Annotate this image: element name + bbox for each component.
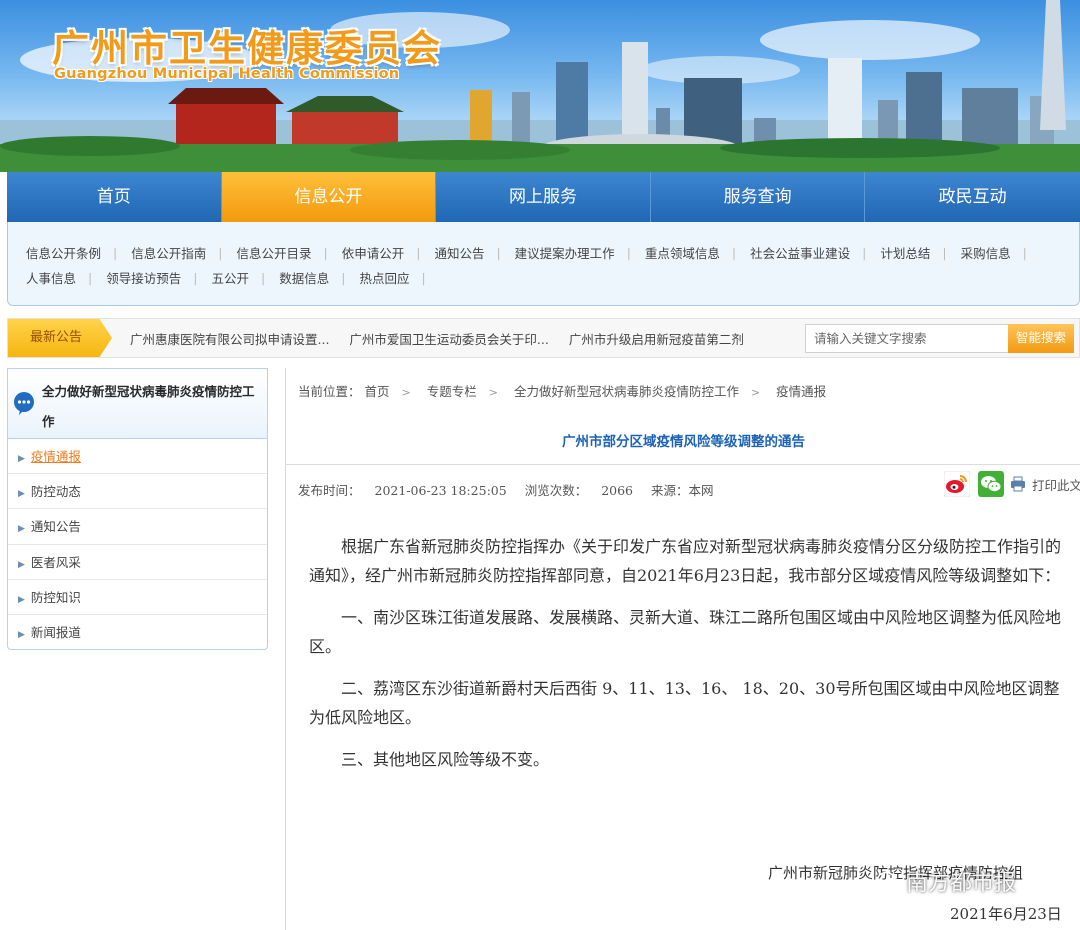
print-article-link[interactable]: 打印此文 [1032,475,1080,494]
triangle-right-icon: ▶ [18,454,25,464]
source-label: 来源： [651,483,689,498]
site-title: 广州市卫生健康委员会 [52,27,442,70]
chevron-right-icon: > [750,386,761,399]
triangle-right-icon: ▶ [18,524,25,535]
sub-nav-link[interactable]: 建议提案办理工作 [509,243,627,262]
sub-navigation: 信息公开条例 | 信息公开指南 | 信息公开目录 | 依申请公开 | 通知公告 | 建议提… [7,222,1080,306]
article-meta: 发布时间： 2021-06-23 18:25:05 浏览次数： 2066 来源：本网 [298,480,728,499]
notice-item[interactable]: 广州市升级启用新冠疫苗第二剂 [569,329,744,348]
sidebar-item-news-reports[interactable]: ▶ 新闻报道 [8,615,267,650]
breadcrumb-link[interactable]: 首页 [365,384,390,399]
breadcrumb-link[interactable]: 疫情通报 [776,384,826,399]
sub-nav-link[interactable]: 人事信息 [20,268,88,287]
sidebar-title: 全力做好新型冠状病毒肺炎疫情防控工作 [42,384,255,429]
speech-bubble-icon [14,392,34,415]
sub-nav-link[interactable]: 社会公益事业建设 [744,243,862,262]
nav-online-service[interactable]: 网上服务 [436,172,651,222]
signature-date: 2021年6月23日 [950,905,1062,923]
article-paragraph: 根据广东省新冠肺炎防控指挥办《关于印发广东省应对新型冠状病毒肺炎疫情分区分级防控… [309,537,1062,585]
notice-ticker: 广州惠康医院有限公司拟申请设置... 广州市爱国卫生运动委员会关于印... 广州… [130,329,790,348]
nav-service-query[interactable]: 服务查询 [651,172,866,222]
sidebar-item-notices[interactable]: ▶ 通知公告 [8,509,267,545]
views-label: 浏览次数： [524,483,588,498]
sub-nav-row-2: 人事信息 | 领导接访预告 | 五公开 | 数据信息 | 热点回应 | [20,265,1079,290]
sub-nav-link[interactable]: 重点领域信息 [639,243,732,262]
newspaper-watermark: 南方都市报 [876,865,1016,897]
sub-nav-row-1: 信息公开条例 | 信息公开指南 | 信息公开目录 | 依申请公开 | 通知公告 | 建议提… [20,240,1079,265]
sub-nav-link[interactable]: 信息公开条例 [20,243,113,262]
nav-info-disclosure[interactable]: 信息公开 [221,172,437,222]
chevron-right-icon: > [488,386,498,399]
triangle-right-icon: ▶ [18,489,25,500]
printer-icon[interactable] [1010,476,1026,492]
nav-public-interaction[interactable]: 政民互动 [865,172,1080,222]
article-paragraph: 二、荔湾区东沙街道新爵村天后西街 9、11、13、16、 18、20、30号所包… [309,679,1060,727]
triangle-right-icon: ▶ [18,594,25,605]
breadcrumb-link[interactable]: 专题专栏 [427,384,477,399]
article-paragraph: 三、其他地区风险等级不变。 [341,750,550,769]
breadcrumb-prefix: 当前位置： [298,384,361,399]
sidebar-header: 全力做好新型冠状病毒肺炎疫情防控工作 [8,369,267,439]
views-count: 2066 [601,483,634,498]
notice-item[interactable]: 广州惠康医院有限公司拟申请设置... [130,329,329,348]
sidebar-item-medical-staff[interactable]: ▶ 医者风采 [8,545,267,580]
site-title-english: Guangzhou Municipal Health Commission [54,66,400,82]
sub-nav-link[interactable]: 五公开 [205,268,261,287]
notice-item[interactable]: 广州市爱国卫生运动委员会关于印... [349,329,548,348]
breadcrumb-link[interactable]: 全力做好新型冠状病毒肺炎疫情防控工作 [514,384,739,399]
publish-time: 2021-06-23 18:25:05 [374,483,507,498]
sub-nav-link[interactable]: 依申请公开 [336,243,417,262]
sub-nav-link[interactable]: 信息公开目录 [230,243,323,262]
sub-nav-link[interactable]: 热点回应 [353,268,421,287]
article-panel: 当前位置： 首页 > 专题专栏 > 全力做好新型冠状病毒肺炎疫情防控工作 > 疫情通报… [285,368,1080,930]
chevron-right-icon: > [401,386,411,399]
sub-nav-link[interactable]: 信息公开指南 [125,243,218,262]
sub-nav-link[interactable]: 通知公告 [428,243,496,262]
topic-sidebar: 全力做好新型冠状病毒肺炎疫情防控工作 ▶ 疫情通报 ▶ 防控动态 ▶ 通知公告 ▶ 医者… [7,368,268,650]
site-banner: 广州市卫生健康委员会 Guangzhou Municipal Health Co… [0,0,1080,172]
wechat-watermark-icon [877,871,901,891]
article-body: 根据广东省新冠肺炎防控指挥办《关于印发广东省应对新型冠状病毒肺炎疫情分区分级防控… [309,532,1064,787]
share-tools: 打印此文 [944,470,1080,498]
latest-notice-label: 最新公告 [8,319,112,357]
sidebar-item-prevention-news[interactable]: ▶ 防控动态 [8,474,267,510]
sub-nav-link[interactable]: 计划总结 [874,243,942,262]
article-title: 广州市部分区域疫情风险等级调整的通告 [562,434,805,450]
triangle-right-icon: ▶ [18,629,25,640]
latest-notice-bar: 最新公告 广州惠康医院有限公司拟申请设置... 广州市爱国卫生运动委员会关于印.… [7,318,1080,358]
sub-nav-link[interactable]: 数据信息 [273,268,341,287]
sub-nav-link[interactable]: 领导接访预告 [100,268,193,287]
source-value: 本网 [688,483,714,498]
triangle-right-icon: ▶ [18,559,25,570]
main-navigation: 首页 信息公开 网上服务 服务查询 政民互动 [7,172,1080,222]
breadcrumb: 当前位置： 首页 > 专题专栏 > 全力做好新型冠状病毒肺炎疫情防控工作 > 疫情通报 [298,381,826,400]
smart-search-button[interactable]: 智能搜索 [1008,324,1074,353]
article-paragraph: 一、南沙区珠江街道发展路、发展横路、灵新大道、珠江二路所包围区域由中风险地区调整… [309,608,1062,656]
weibo-share-icon[interactable] [944,471,970,497]
wechat-share-icon[interactable] [978,471,1004,497]
search-input[interactable] [805,324,1009,353]
sub-nav-link[interactable]: 采购信息 [955,243,1023,262]
divider [286,464,1080,465]
sidebar-item-epidemic-report[interactable]: ▶ 疫情通报 [8,439,267,475]
sidebar-item-prevention-knowledge[interactable]: ▶ 防控知识 [8,580,267,615]
nav-home[interactable]: 首页 [7,172,222,222]
publish-label: 发布时间： [298,483,361,498]
